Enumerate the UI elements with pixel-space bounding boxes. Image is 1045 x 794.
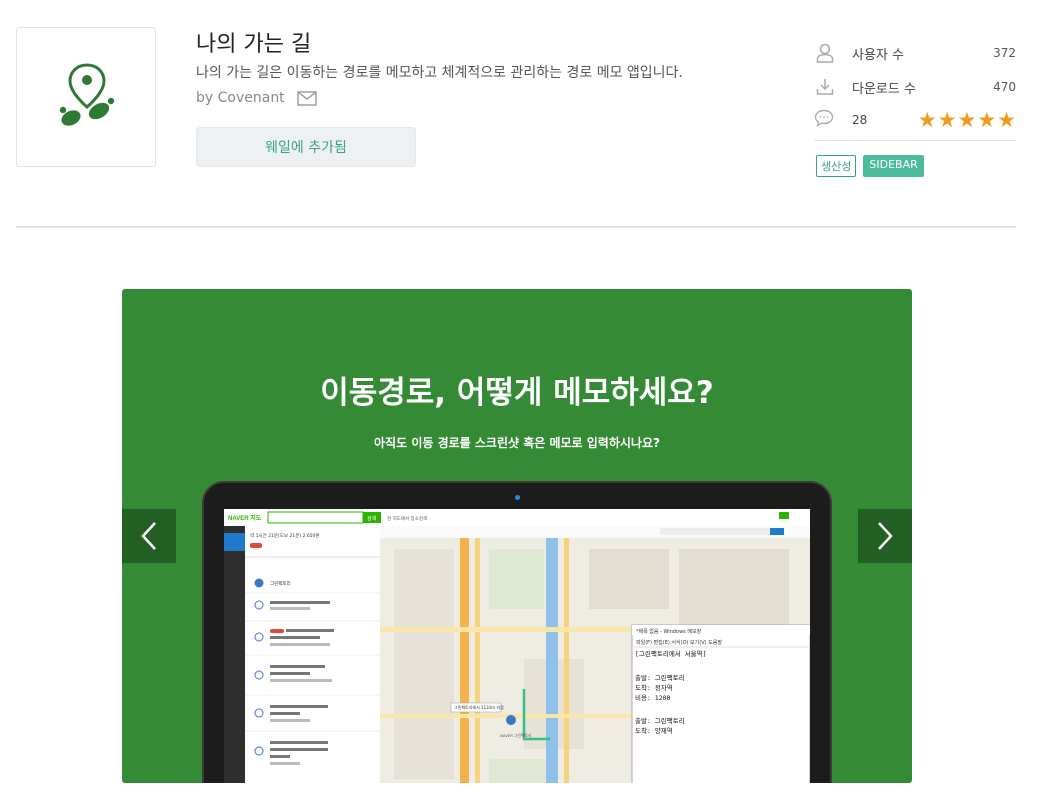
svg-text:NAVER 지도: NAVER 지도 (228, 514, 262, 522)
app-description: 나의 가는 길은 이동하는 경로를 메모하고 체계적으로 관리하는 경로 메모 … (196, 65, 683, 81)
chevron-right-icon (878, 522, 893, 550)
chevron-left-icon (141, 522, 156, 550)
svg-text:*제목 없음 - Windows 메모장: *제목 없음 - Windows 메모장 (636, 628, 702, 635)
downloads-value: 470 (993, 80, 1016, 94)
star-rating: ★ ★ ★ ★ ★ (917, 107, 1016, 132)
star-icon: ★ (957, 107, 977, 132)
svg-text:도착: 정자역: 도착: 정자역 (635, 683, 673, 692)
author-name: by Covenant (196, 90, 285, 106)
comment-icon (814, 109, 836, 131)
slide-headline: 이동경로, 어떻게 메모하세요? (320, 375, 714, 411)
stats-divider (814, 140, 1016, 141)
downloads-stat: 다운로드 수 470 (814, 70, 1016, 104)
app-title: 나의 가는 길 (196, 32, 312, 57)
reviews-count: 28 (852, 113, 868, 127)
svg-text:그린팩토리: 그린팩토리 (270, 580, 291, 587)
tags: 생산성 SIDEBAR (816, 155, 924, 177)
star-icon: ★ (997, 107, 1016, 132)
star-icon: ★ (977, 107, 997, 132)
laptop-mockup: NAVER 지도 검색 현 지도에서 장소검색 약 1시간 21분(도보 21분… (202, 481, 832, 783)
svg-text:현 지도에서 장소검색: 현 지도에서 장소검색 (387, 515, 427, 522)
user-icon (814, 42, 836, 64)
svg-text:출발: 그린팩토리: 출발: 그린팩토리 (635, 673, 685, 682)
slide-subtitle: 아직도 이동 경로를 스크린샷 혹은 메모로 입력하시나요? (374, 436, 660, 450)
svg-text:약 1시간 21분(도보 21분) 2,650원: 약 1시간 21분(도보 21분) 2,650원 (250, 532, 320, 539)
carousel-next-button[interactable] (858, 509, 912, 563)
screenshot-slide: 이동경로, 어떻게 메모하세요? 아직도 이동 경로를 스크린샷 혹은 메모로 … (122, 289, 912, 783)
author-row: by Covenant (196, 90, 317, 106)
svg-text:파일(F) 편집(E) 서식(O) 보기(V) 도움: 파일(F) 편집(E) 서식(O) 보기(V) 도움말 (636, 639, 722, 646)
stats-panel: 사용자 수 372 다운로드 수 470 28 ★ ★ ★ ★ ★ (814, 36, 1016, 136)
svg-text:비용: 1200: 비용: 1200 (635, 693, 671, 702)
svg-text:그린팩토리에서 1133m 지점: 그린팩토리에서 1133m 지점 (454, 704, 504, 710)
rating-row[interactable]: 28 ★ ★ ★ ★ ★ (814, 104, 1016, 136)
location-pin-icon (59, 63, 115, 126)
svg-text:출발: 그린팩토리: 출발: 그린팩토리 (635, 716, 685, 725)
carousel-prev-button[interactable] (122, 509, 176, 563)
download-icon (814, 76, 836, 98)
users-value: 372 (993, 46, 1016, 60)
tag-sidebar[interactable]: SIDEBAR (863, 155, 924, 177)
star-icon: ★ (917, 107, 937, 132)
star-icon: ★ (937, 107, 957, 132)
downloads-label: 다운로드 수 (852, 81, 916, 97)
svg-text:[그린팩토리에서 서울역]: [그린팩토리에서 서울역] (635, 649, 707, 658)
tag-productivity[interactable]: 생산성 (816, 155, 857, 177)
laptop-screen: NAVER 지도 검색 현 지도에서 장소검색 약 1시간 21분(도보 21분… (224, 509, 810, 783)
mail-icon[interactable] (296, 90, 317, 106)
svg-text:NAVER 그린팩토리: NAVER 그린팩토리 (500, 733, 532, 738)
add-to-whale-button[interactable]: 웨일에 추가됨 (196, 127, 416, 167)
section-divider (16, 226, 1016, 228)
svg-text:도착: 양재역: 도착: 양재역 (635, 726, 673, 735)
camera-dot (515, 495, 520, 500)
users-stat: 사용자 수 372 (814, 36, 1016, 70)
users-label: 사용자 수 (852, 47, 904, 63)
app-icon (16, 27, 156, 167)
map-screenshot: NAVER 지도 검색 현 지도에서 장소검색 약 1시간 21분(도보 21분… (224, 509, 810, 783)
svg-text:검색: 검색 (367, 515, 377, 522)
